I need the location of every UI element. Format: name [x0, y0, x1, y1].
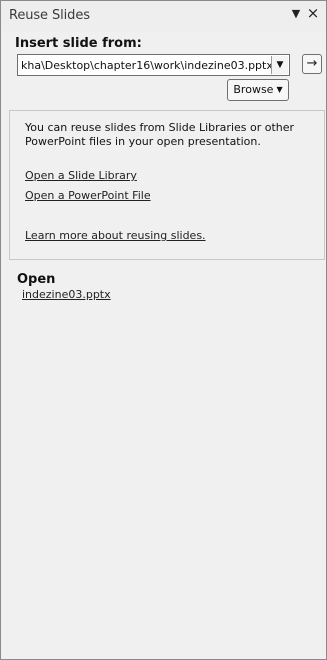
reuse-slides-pane: Reuse Slides ▼ × Insert slide from: kha\… [0, 0, 327, 660]
file-path-field[interactable]: kha\Desktop\chapter16\work\indezine03.pp… [21, 58, 271, 74]
insert-slide-from-label: Insert slide from: [15, 36, 142, 51]
arrow-right-icon: → [306, 56, 318, 71]
recent-file-link[interactable]: indezine03.pptx [22, 288, 111, 301]
chevron-down-icon[interactable]: ▼ [271, 56, 288, 74]
browse-button[interactable]: Browse ▼ [227, 79, 289, 101]
open-powerpoint-file-link[interactable]: Open a PowerPoint File [25, 189, 151, 202]
learn-more-link[interactable]: Learn more about reusing slides. [25, 229, 206, 242]
reuse-info-text: You can reuse slides from Slide Librarie… [25, 121, 295, 148]
browse-button-label: Browse [233, 83, 274, 96]
chevron-down-icon: ▼ [276, 85, 283, 94]
open-slide-library-link[interactable]: Open a Slide Library [25, 169, 137, 182]
insert-slide-from-combobox[interactable]: kha\Desktop\chapter16\work\indezine03.pp… [17, 54, 290, 76]
pane-title-bar: Reuse Slides ▼ × [1, 1, 326, 31]
pane-title: Reuse Slides [9, 8, 90, 23]
close-icon[interactable]: × [306, 5, 320, 21]
reuse-info-box: You can reuse slides from Slide Librarie… [9, 110, 325, 260]
open-section-label: Open [17, 272, 56, 287]
task-pane-options-icon[interactable]: ▼ [289, 6, 303, 22]
go-button[interactable]: → [302, 54, 322, 74]
